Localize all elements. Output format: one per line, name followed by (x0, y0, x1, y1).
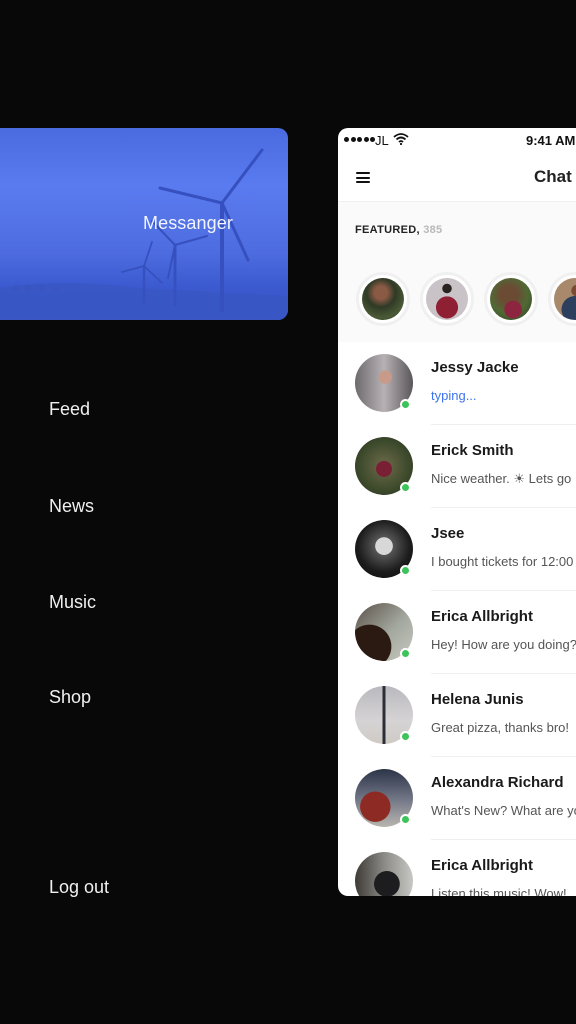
nav-bar: Chat (338, 154, 576, 202)
chat-list-item[interactable]: Alexandra Richard What's New? What are y… (338, 757, 576, 840)
message-preview: I bought tickets for 12:00 (431, 554, 574, 569)
chat-list-item[interactable]: Erica Allbright Hey! How are you doing? (338, 591, 576, 674)
chat-screen-preview[interactable]: JL 9:41 AM Chat FEATURED, 385 Jessy Jack… (338, 128, 576, 896)
menu-item-feed[interactable]: Feed (49, 399, 90, 420)
story-avatar[interactable] (548, 272, 576, 326)
signal-dots-icon (344, 137, 375, 142)
featured-section: FEATURED, 385 (338, 202, 576, 342)
contact-name: Helena Junis (431, 691, 524, 708)
contact-name: Jessy Jacke (431, 359, 519, 376)
wifi-icon (393, 133, 409, 145)
chat-list-item[interactable]: Jessy Jacke typing... (338, 342, 576, 425)
avatar-image (490, 278, 532, 320)
chat-list-item[interactable]: Jsee I bought tickets for 12:00 (338, 508, 576, 591)
chat-list-item[interactable]: Helena Junis Great pizza, thanks bro! (338, 674, 576, 757)
menu-item-shop[interactable]: Shop (49, 687, 91, 708)
message-preview: Nice weather. ☀ Lets go (431, 471, 572, 486)
carrier-name: JL (375, 133, 389, 148)
online-status-dot (400, 482, 411, 493)
hamburger-icon[interactable] (356, 172, 370, 184)
featured-label: FEATURED, 385 (355, 224, 442, 236)
story-avatar[interactable] (420, 272, 474, 326)
chat-list-item[interactable]: Erica Allbright Listen this music! Wow! (338, 840, 576, 896)
logout-button[interactable]: Log out (49, 877, 109, 898)
message-preview: Great pizza, thanks bro! (431, 720, 570, 735)
contact-name: Erick Smith (431, 442, 514, 459)
banner-title: Messanger (143, 213, 233, 233)
contact-name: Erica Allbright (431, 608, 533, 625)
chat-list-item[interactable]: Erick Smith Nice weather. ☀ Lets go (338, 425, 576, 508)
page-title: Chat (534, 167, 572, 186)
chat-list: Jessy Jacke typing... Erick Smith Nice w… (338, 342, 576, 896)
online-status-dot (400, 565, 411, 576)
online-status-dot (400, 814, 411, 825)
featured-count: 385 (423, 224, 443, 236)
menu-item-news[interactable]: News (49, 496, 94, 517)
online-status-dot (400, 731, 411, 742)
online-status-dot (400, 648, 411, 659)
clock: 9:41 AM (526, 133, 576, 148)
story-avatar[interactable] (484, 272, 538, 326)
avatar-image (362, 278, 404, 320)
contact-name: Erica Allbright (431, 857, 533, 874)
avatar (355, 852, 413, 896)
story-avatar[interactable] (356, 272, 410, 326)
avatar-image (554, 278, 576, 320)
featured-title: FEATURED, (355, 224, 420, 236)
message-preview: Listen this music! Wow! (431, 886, 567, 896)
status-bar: JL 9:41 AM (338, 128, 576, 154)
online-status-dot (400, 399, 411, 410)
avatar-image (426, 278, 468, 320)
contact-name: Alexandra Richard (431, 774, 564, 791)
message-preview: What's New? What are you (431, 803, 576, 818)
message-preview: Hey! How are you doing? (431, 637, 576, 652)
contact-name: Jsee (431, 525, 465, 542)
message-preview: typing... (431, 388, 477, 403)
menu-item-music[interactable]: Music (49, 592, 96, 613)
